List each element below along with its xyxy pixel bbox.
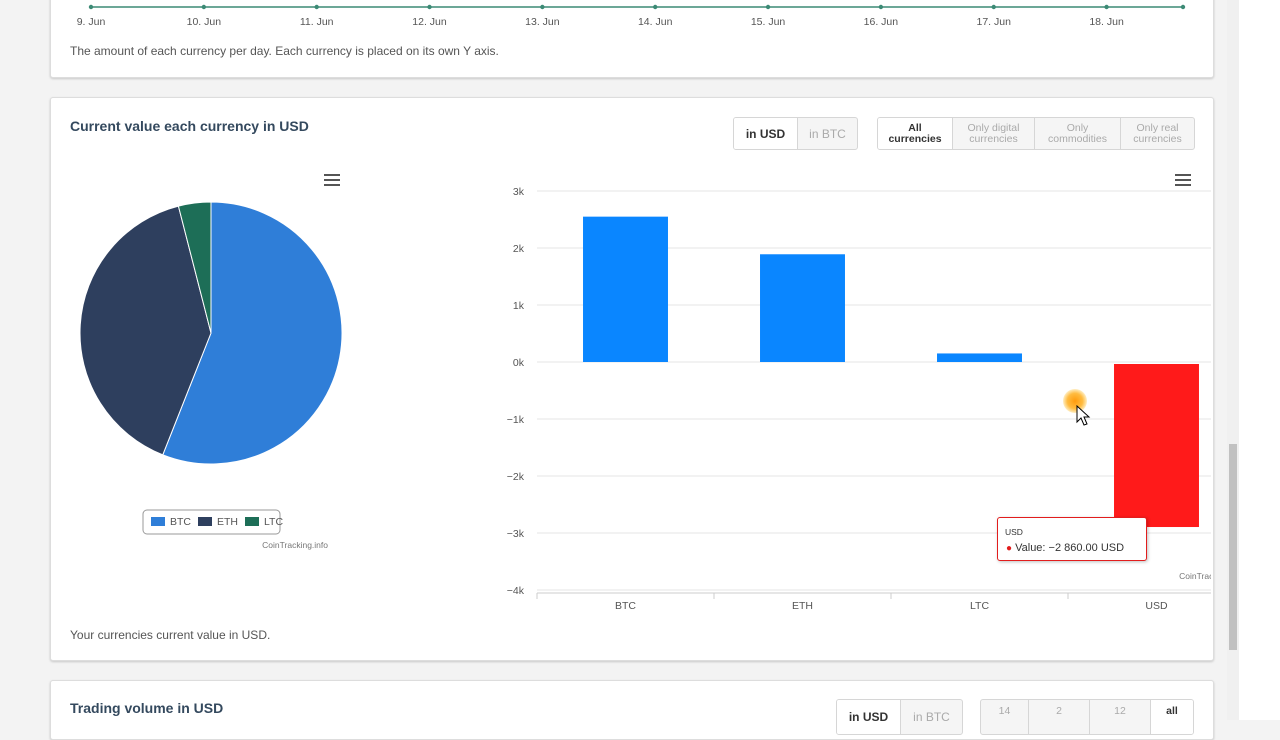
pie-legend: BTC ETH LTC (142, 509, 283, 535)
top-series-point (765, 4, 771, 10)
top-chart-axis: 9. Jun 10. Jun 11. Jun 12. Jun 13. Jun 14. Ju… (77, 4, 1186, 28)
top-series-point (1180, 4, 1186, 10)
top-x-tick-label: 13. Jun (525, 16, 560, 28)
legend-swatch (151, 517, 165, 526)
tooltip-series-name: USD (1005, 527, 1023, 537)
top-series-point (427, 4, 432, 10)
bar-btc (583, 216, 668, 362)
filter-label-line1: All (908, 121, 922, 134)
trading-in-usd-button[interactable]: in USD (837, 700, 900, 734)
top-series-point (201, 4, 207, 10)
filter-label-line2: currencies (888, 132, 942, 145)
top-series-point (1104, 4, 1109, 10)
tooltip-value-text: Value: −2 860.00 USD (1015, 542, 1125, 554)
range-all-button[interactable]: all (1150, 700, 1193, 734)
x-tick-label: ETH (792, 600, 813, 612)
card-title: Current value each currency in USD (70, 118, 309, 134)
filter-digital-button[interactable]: Only digital currencies (952, 118, 1034, 149)
filter-all-currencies-button[interactable]: All currencies (878, 118, 952, 149)
value-chart-description: Your currencies current value in USD. (70, 628, 271, 642)
legend-label-ltc: LTC (264, 516, 283, 528)
y-tick-label: −1k (507, 414, 525, 426)
x-tick-label: BTC (615, 600, 636, 612)
pie-chart: BTC ETH LTC CoinTracking.info (79, 201, 343, 550)
top-x-tick-label: 18. Jun (1089, 16, 1124, 28)
amount-per-day-card: 9. Jun 10. Jun 11. Jun 12. Jun 13. Jun 14. Ju… (50, 0, 1214, 78)
filter-label-line1: Only (1066, 121, 1089, 134)
top-x-tick-label: 17. Jun (977, 16, 1012, 28)
filter-real-currencies-button[interactable]: Only real currencies (1120, 118, 1194, 149)
y-tick-label: −2k (507, 471, 525, 483)
legend-swatch (198, 517, 212, 526)
tooltip-value: ● Value: −2 860.00 USD (1006, 542, 1124, 554)
filter-commodities-button[interactable]: Only commodities (1034, 118, 1120, 149)
pie-chart-menu-icon[interactable] (324, 174, 340, 186)
pie-credit: CoinTracking.info (262, 540, 328, 550)
legend-label-btc: BTC (170, 516, 191, 528)
filter-label-line2: currencies (969, 132, 1018, 145)
in-usd-button[interactable]: in USD (734, 118, 797, 149)
y-tick-label: −4k (507, 585, 525, 597)
bar-tooltip: USD ● Value: −2 860.00 USD (997, 517, 1147, 561)
top-series-point (540, 4, 545, 10)
bar-credit: CoinTracking.info (1179, 571, 1211, 581)
range-14-button[interactable]: 14 (981, 700, 1028, 734)
in-btc-button[interactable]: in BTC (797, 118, 857, 149)
range-12-button[interactable]: 12 (1089, 700, 1150, 734)
y-tick-label: 0k (513, 357, 525, 369)
y-tick-label: 3k (513, 186, 525, 198)
trading-in-btc-button[interactable]: in BTC (900, 700, 962, 734)
legend-label-eth: ETH (217, 516, 238, 528)
trading-range-toggle: 14 2 12 all (980, 699, 1194, 735)
top-x-tick-label: 15. Jun (751, 16, 786, 28)
top-x-tick-label: 12. Jun (412, 16, 447, 28)
mouse-cursor-icon (1076, 405, 1091, 426)
top-chart-description: The amount of each currency per day. Eac… (70, 44, 499, 58)
top-series-point (314, 4, 319, 10)
top-series-point (878, 4, 884, 10)
top-series-point (653, 4, 658, 10)
card-title: Trading volume in USD (70, 700, 224, 716)
filter-label-line1: Only real (1136, 121, 1179, 134)
filter-label-line2: currencies (1133, 132, 1182, 145)
top-x-tick-label: 11. Jun (300, 16, 334, 28)
bar-ltc (937, 353, 1022, 362)
top-x-tick-label: 14. Jun (638, 16, 673, 28)
top-x-tick-label: 16. Jun (864, 16, 899, 28)
page-scrollbar-thumb[interactable] (1229, 444, 1237, 650)
right-gutter (1239, 0, 1280, 720)
range-2-button[interactable]: 2 (1028, 700, 1089, 734)
filter-label-line2: commodities (1048, 132, 1107, 145)
bar-eth (760, 254, 845, 362)
x-tick-label: USD (1145, 600, 1168, 612)
tooltip-marker: ● (1006, 543, 1013, 554)
top-series-point (991, 4, 996, 10)
top-x-tick-label: 9. Jun (77, 16, 106, 28)
bar-usd (1114, 364, 1199, 528)
filter-label-line1: Only digital (967, 121, 1020, 134)
legend-swatch (245, 517, 259, 526)
current-value-card: Current value each currency in USD in US… (50, 97, 1214, 661)
y-tick-label: 2k (513, 243, 525, 255)
unit-toggle: in USD in BTC (733, 117, 858, 150)
top-series-point (88, 4, 94, 10)
trading-unit-toggle: in USD in BTC (836, 699, 963, 735)
currency-filter: All currencies Only digital currencies O… (877, 117, 1195, 150)
y-tick-label: 1k (513, 300, 525, 312)
trading-volume-card: Trading volume in USD in USD in BTC 14 2… (50, 680, 1214, 740)
y-tick-label: −3k (507, 528, 525, 540)
x-tick-label: LTC (970, 600, 989, 612)
top-x-tick-label: 10. Jun (187, 16, 222, 28)
